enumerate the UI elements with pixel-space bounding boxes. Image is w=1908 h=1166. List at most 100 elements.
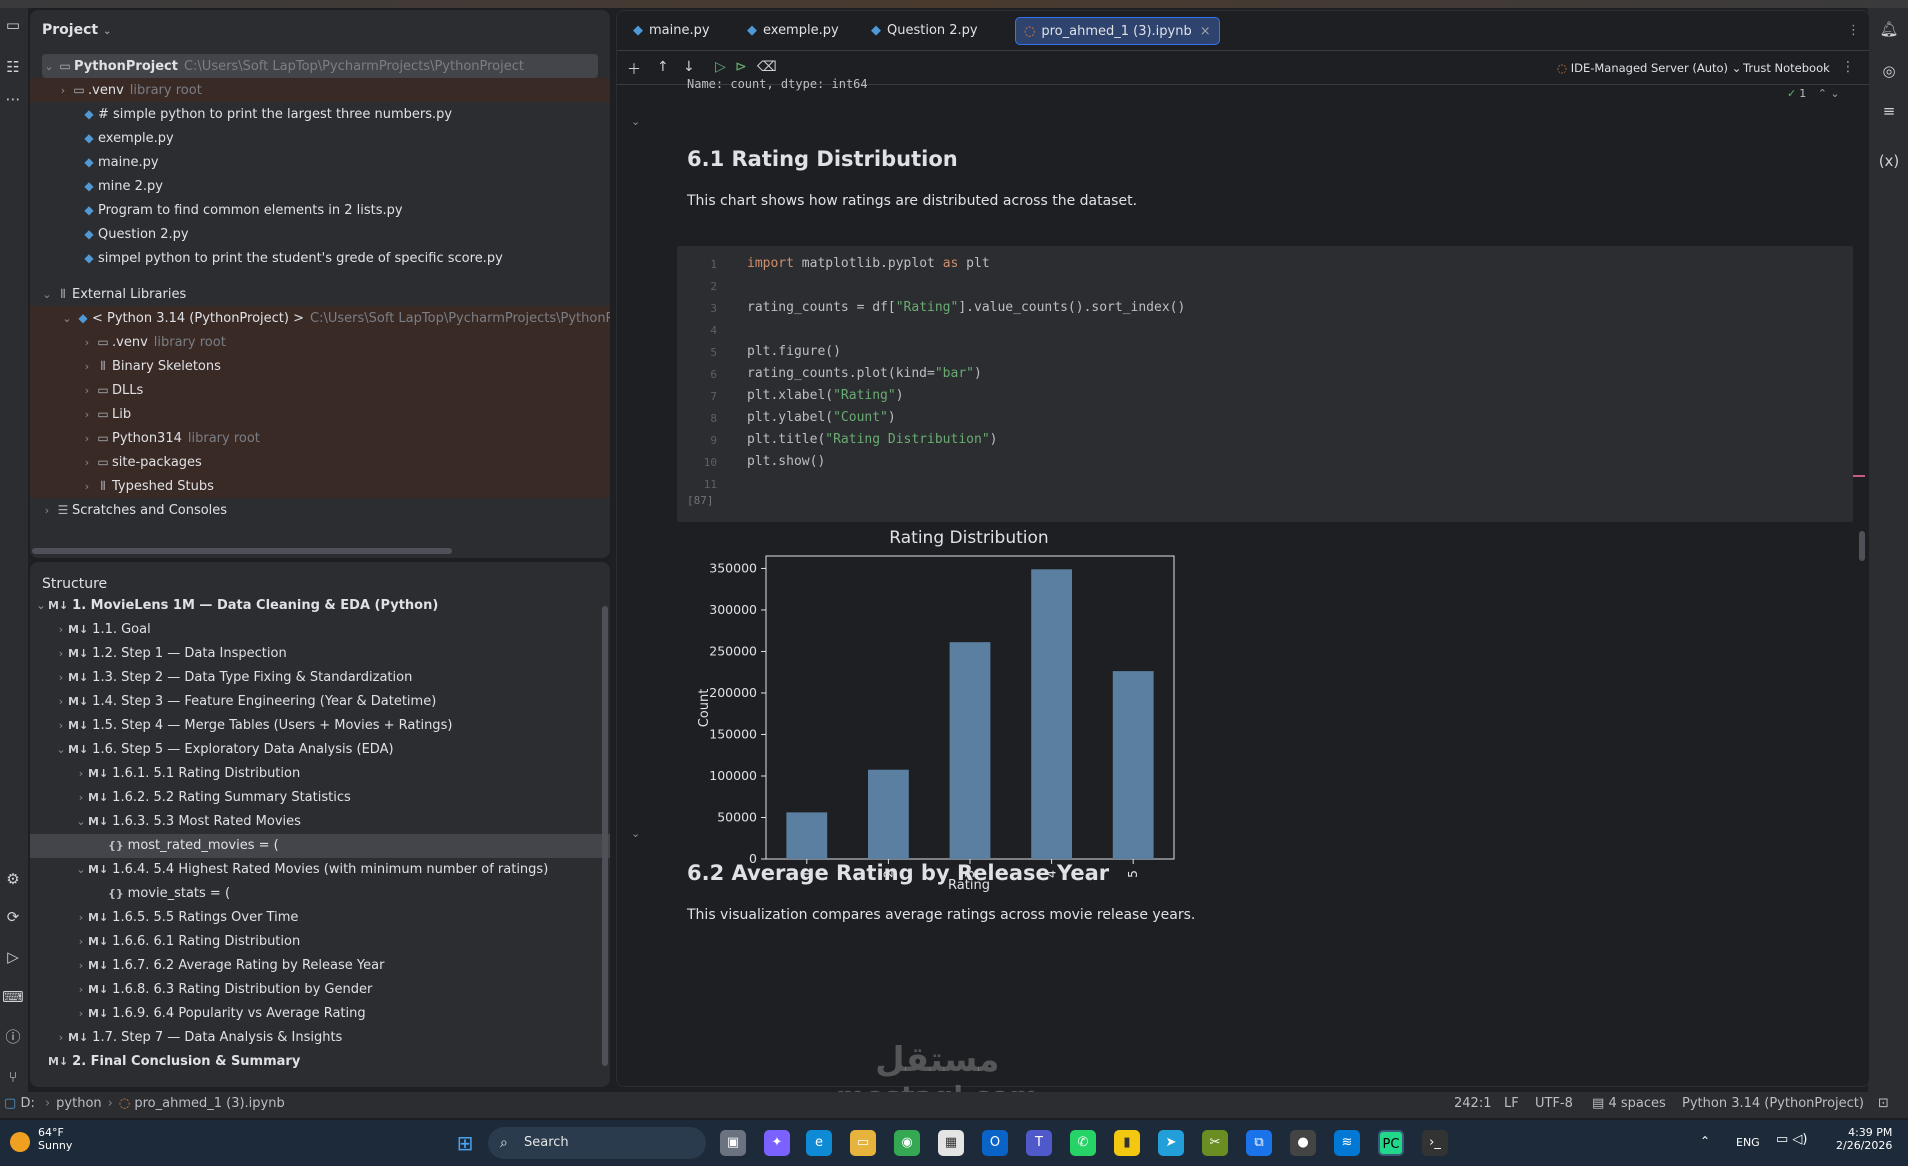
powerbi-icon[interactable]: ▮ [1114, 1130, 1140, 1156]
structure-item[interactable]: › M↓ 1.6.7. 6.2 Average Rating by Release … [30, 954, 610, 978]
copilot-icon[interactable]: ✦ [764, 1130, 790, 1156]
structure-item[interactable]: › M↓ 1.6.8. 6.3 Rating Distribution by Gen… [30, 978, 610, 1002]
tree-sdk-item[interactable]: › ▭ .venv library root [30, 330, 610, 354]
breadcrumb[interactable]: ▢ D: › python › ◌ pro_ahmed_1 (3).ipynb [4, 1096, 285, 1111]
notifications-icon[interactable]: 🔔︎ [1878, 18, 1900, 40]
outlook-icon[interactable]: O [982, 1130, 1008, 1156]
vertical-scrollbar[interactable] [602, 606, 608, 1066]
tab-maine[interactable]: ◆ maine.py [625, 17, 718, 45]
project-panel-title[interactable]: Project ⌄ [42, 22, 111, 38]
structure-item[interactable]: › M↓ 1.6.5. 5.5 Ratings Over Time [30, 906, 610, 930]
python-packages-icon[interactable]: ⚙ [2, 868, 24, 890]
taskbar-search[interactable]: ⌕ Search [488, 1127, 706, 1159]
snipping-tool-icon[interactable]: ✂ [1202, 1130, 1228, 1156]
app-icon[interactable]: ≋ [1334, 1130, 1360, 1156]
clock[interactable]: 4:39 PM 2/26/2026 [1836, 1126, 1892, 1152]
tree-sdk-item[interactable]: › ⫴ Typeshed Stubs [30, 474, 610, 498]
tree-venv[interactable]: › ▭ .venv library root [30, 78, 610, 102]
pycharm-icon[interactable]: PC [1378, 1130, 1404, 1156]
run-icon[interactable]: ▷ [2, 946, 24, 968]
tree-external-libraries[interactable]: ⌄ ⫴ External Libraries [30, 282, 610, 306]
tree-sdk-item[interactable]: › ▭ site-packages [30, 450, 610, 474]
tree-file[interactable]: ◆ exemple.py [30, 126, 610, 150]
add-cell-icon[interactable]: ＋ [627, 59, 641, 79]
structure-item[interactable]: {} movie_stats = ( [30, 882, 610, 906]
network-icon[interactable]: ▭ ◁) [1776, 1132, 1807, 1147]
file-encoding[interactable]: UTF-8 [1535, 1096, 1573, 1111]
tab-options-icon[interactable]: ⋮ [1839, 17, 1868, 45]
inspection-status[interactable]: ✓ 1 ⌃ ⌄ [1787, 87, 1840, 100]
tab-exemple[interactable]: ◆ exemple.py [739, 17, 847, 45]
structure-item[interactable]: › M↓ 1.6.9. 6.4 Popularity vs Average Rati… [30, 1002, 610, 1026]
more-icon[interactable]: ⋯ [2, 88, 24, 110]
tray-chevron-icon[interactable]: ⌃ [1700, 1134, 1710, 1148]
services-icon[interactable]: ⟳ [2, 906, 24, 928]
whatsapp-icon[interactable]: ✆ [1070, 1130, 1096, 1156]
weather-widget[interactable]: 64°F Sunny [38, 1126, 72, 1152]
tree-file[interactable]: ◆ # simple python to print the largest th… [30, 102, 610, 126]
structure-item[interactable]: {} most_rated_movies = ( [30, 834, 610, 858]
run-cell-icon[interactable]: ▷ [715, 59, 726, 75]
tree-file[interactable]: ◆ Program to find common elements in 2 li… [30, 198, 610, 222]
move-up-icon[interactable]: ↑ [657, 59, 669, 75]
variables-icon[interactable]: (x) [1878, 150, 1900, 172]
clear-outputs-icon[interactable]: ⌫ [757, 59, 777, 75]
structure-item[interactable]: › M↓ 1.7. Step 7 — Data Analysis & Insight… [30, 1026, 610, 1050]
tab-notebook[interactable]: ◌ pro_ahmed_1 (3).ipynb × [1015, 17, 1220, 45]
trust-notebook-button[interactable]: Trust Notebook [1743, 61, 1830, 75]
windows-start-icon[interactable]: ⊞ [452, 1130, 478, 1156]
run-all-icon[interactable]: ⊳ [735, 59, 747, 75]
indent-setting[interactable]: ▤ 4 spaces [1592, 1096, 1666, 1111]
interpreter-selector[interactable]: Python 3.14 (PythonProject) [1682, 1096, 1864, 1111]
structure-item[interactable]: › M↓ 1.6.1. 5.1 Rating Distribution [30, 762, 610, 786]
tree-sdk-item[interactable]: › ▭ DLLs [30, 378, 610, 402]
caret-position[interactable]: 242:1 [1454, 1096, 1491, 1111]
edge-icon[interactable]: e [806, 1130, 832, 1156]
structure-item[interactable]: › M↓ 1.6.6. 6.1 Rating Distribution [30, 930, 610, 954]
tree-sdk-item[interactable]: › ⫴ Binary Skeletons [30, 354, 610, 378]
structure-item[interactable]: › M↓ 1.2. Step 1 — Data Inspection [30, 642, 610, 666]
tree-file[interactable]: ◆ mine 2.py [30, 174, 610, 198]
tree-sdk-item[interactable]: › ▭ Python314 library root [30, 426, 610, 450]
database-icon[interactable]: ≡ [1878, 100, 1900, 122]
structure-item[interactable]: ⌄ M↓ 1.6.4. 5.4 Highest Rated Movies (with… [30, 858, 610, 882]
task-view-icon[interactable]: ▣ [720, 1130, 746, 1156]
file-explorer-icon[interactable]: ▭ [850, 1130, 876, 1156]
structure-item[interactable]: › M↓ 1.3. Step 2 — Data Type Fixing & Stan… [30, 666, 610, 690]
structure-item[interactable]: ⌄ M↓ 1. MovieLens 1M — Data Cleaning & EDA… [30, 594, 610, 618]
language-indicator[interactable]: ENG [1736, 1136, 1760, 1149]
editor-scrollbar[interactable] [1859, 531, 1865, 561]
line-separator[interactable]: LF [1504, 1096, 1519, 1111]
move-down-icon[interactable]: ↓ [683, 59, 695, 75]
store-icon[interactable]: ▦ [938, 1130, 964, 1156]
structure-item[interactable]: › M↓ 1.4. Step 3 — Feature Engineering (Ye… [30, 690, 610, 714]
tab-question-2[interactable]: ◆ Question 2.py [863, 17, 986, 45]
horizontal-scrollbar[interactable] [32, 548, 452, 554]
ai-assistant-icon[interactable]: ◎ [1878, 60, 1900, 82]
code-cell[interactable]: 1 import matplotlib.pyplot as plt 2 3 rating… [677, 246, 1853, 522]
git-icon[interactable]: ⑂ [2, 1066, 24, 1088]
tree-python-sdk[interactable]: ⌄ ◆ < Python 3.14 (PythonProject) > C:\User… [30, 306, 610, 330]
tree-root[interactable]: ⌄ ▭ PythonProject C:\Users\Soft LapTop\Pych… [42, 54, 598, 78]
teams-icon[interactable]: T [1026, 1130, 1052, 1156]
chrome-icon[interactable]: ◉ [894, 1130, 920, 1156]
terminal-icon[interactable]: ⌨ [2, 986, 24, 1008]
close-tab-icon[interactable]: × [1200, 24, 1211, 39]
tree-file[interactable]: ◆ maine.py [30, 150, 610, 174]
obs-icon[interactable]: ● [1290, 1130, 1316, 1156]
folder-icon[interactable]: ▭ [2, 14, 24, 36]
lock-icon[interactable]: ⊡ [1878, 1096, 1889, 1111]
toolbar-more-icon[interactable]: ⋮ [1841, 59, 1855, 75]
structure-icon[interactable]: ☷ [2, 56, 24, 78]
terminal-app-icon[interactable]: ›_ [1422, 1130, 1448, 1156]
structure-item[interactable]: ⌄ M↓ 1.6.3. 5.3 Most Rated Movies [30, 810, 610, 834]
structure-item[interactable]: › M↓ 1.1. Goal [30, 618, 610, 642]
server-selector[interactable]: ◌ IDE-Managed Server (Auto) ⌄ [1557, 61, 1741, 75]
telegram-icon[interactable]: ➤ [1158, 1130, 1184, 1156]
structure-item[interactable]: M↓ 2. Final Conclusion & Summary [30, 1050, 610, 1074]
tree-file[interactable]: ◆ Question 2.py [30, 222, 610, 246]
structure-item[interactable]: › M↓ 1.6.2. 5.2 Rating Summary Statistics [30, 786, 610, 810]
collapse-icon[interactable]: ⌄ [631, 115, 640, 128]
problems-icon[interactable]: ⓘ [2, 1026, 24, 1048]
structure-item[interactable]: ⌄ M↓ 1.6. Step 5 — Exploratory Data Analys… [30, 738, 610, 762]
